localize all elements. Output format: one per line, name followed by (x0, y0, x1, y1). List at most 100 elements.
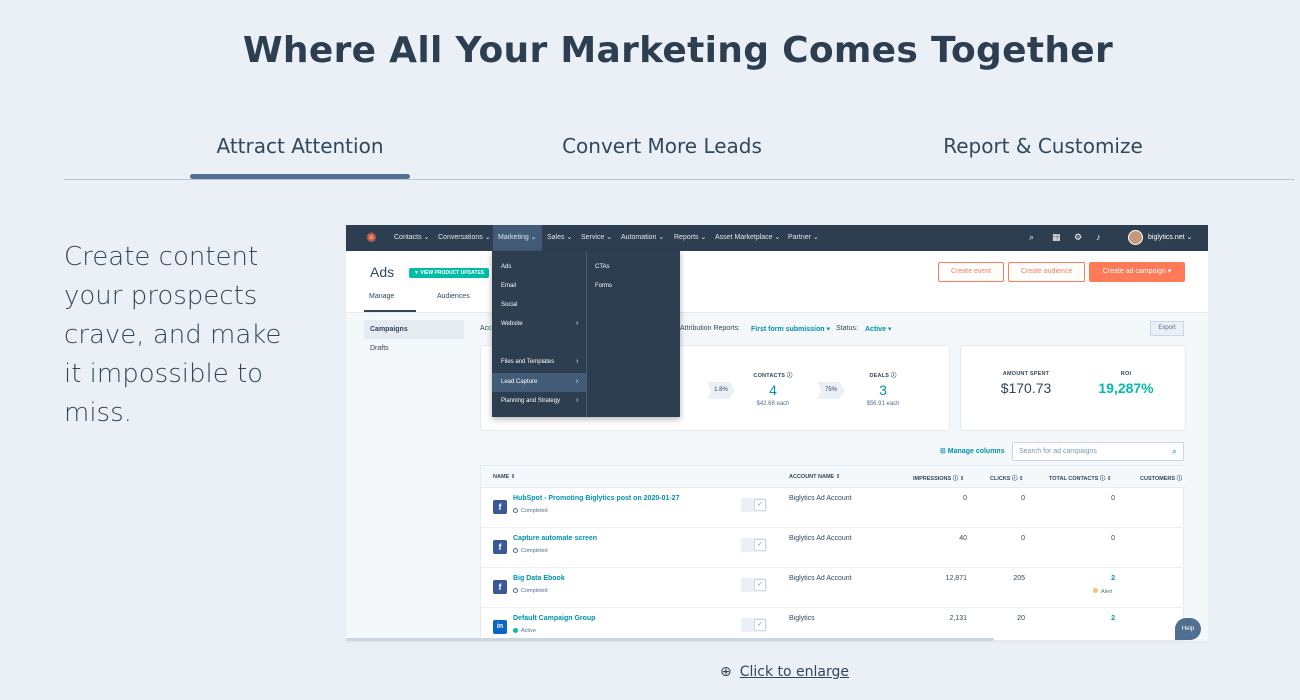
marketplace-icon[interactable]: ▦ (1052, 232, 1061, 243)
amount-spent-label: AMOUNT SPENT (1002, 371, 1050, 377)
feature-description: Create content your prospects crave, and… (64, 242, 282, 428)
facebook-icon: f (493, 580, 507, 594)
help-button[interactable]: Help (1175, 618, 1201, 640)
col-account-name[interactable]: ACCOUNT NAME ⇕ (789, 474, 840, 480)
account-filter-label: Acc (480, 325, 492, 332)
facebook-icon: f (493, 540, 507, 554)
nav-asset-marketplace[interactable]: Asset Marketplace ⌄ (715, 233, 780, 241)
search-placeholder: Search for ad campaigns (1019, 448, 1097, 455)
menu-item-lead-capture[interactable]: Lead Capture (501, 379, 537, 385)
nav-sales[interactable]: Sales ⌄ (547, 233, 572, 241)
campaign-toggle[interactable]: ✓ (741, 578, 767, 592)
col-clicks[interactable]: CLICKS ⓘ ⇕ (990, 474, 1024, 482)
horizontal-scrollbar[interactable] (346, 638, 994, 641)
clicks-value: 205 (1013, 575, 1025, 582)
bell-icon[interactable]: ♪ (1096, 232, 1101, 242)
view-product-updates-badge[interactable]: ▼ VIEW PRODUCT UPDATES (409, 268, 490, 278)
subtab-manage[interactable]: Manage (369, 293, 394, 300)
gear-icon[interactable]: ⚙ (1074, 232, 1082, 243)
nav-contacts[interactable]: Contacts ⌄ (394, 233, 429, 241)
col-name[interactable]: NAME ⇕ (493, 474, 515, 480)
search-icon[interactable]: ⌕ (1172, 446, 1177, 457)
menu-item-ads[interactable]: Ads (501, 264, 511, 270)
contacts-value[interactable]: 2 (1055, 575, 1115, 582)
deals-label: DEALS ⓘ (869, 373, 897, 379)
attribution-select[interactable]: First form submission ▾ (751, 325, 830, 333)
check-icon: ✓ (754, 539, 766, 551)
sidebar-item-campaigns[interactable]: Campaigns (364, 320, 464, 339)
campaign-name-link[interactable]: Default Campaign Group (513, 615, 595, 622)
menu-item-email[interactable]: Email (501, 283, 516, 289)
status-select[interactable]: Active ▾ (865, 325, 891, 333)
contacts-value: 0 (1111, 535, 1115, 542)
contacts-cost: $42.68 each (756, 401, 790, 407)
status-dot-icon (513, 508, 518, 513)
nav-service[interactable]: Service ⌄ (581, 233, 612, 241)
tab-report-customize[interactable]: Report & Customize (920, 134, 1166, 158)
avatar[interactable] (1128, 230, 1143, 245)
campaign-name-link[interactable]: Big Data Ebook (513, 575, 565, 582)
campaign-name-link[interactable]: Capture automate screen (513, 535, 597, 542)
deals-value[interactable]: 3 (853, 382, 913, 398)
status-dot-icon (513, 548, 518, 553)
impressions-value: 0 (963, 495, 967, 502)
roi-value: 19,287% (1098, 380, 1154, 396)
click-to-enlarge-link[interactable]: Click to enlarge (740, 664, 849, 680)
contacts-value[interactable]: 4 (743, 382, 803, 398)
page-headline: Where All Your Marketing Comes Together (242, 30, 1114, 71)
export-button[interactable]: Export (1150, 321, 1184, 336)
create-ad-campaign-button[interactable]: Create ad campaign ▾ (1089, 262, 1185, 282)
campaign-toggle[interactable]: ✓ (741, 498, 767, 512)
roi-stat: ROI 19,287% (1081, 371, 1171, 396)
nav-reports[interactable]: Reports ⌄ (674, 233, 706, 241)
menu-divider (586, 251, 587, 417)
search-input[interactable]: Search for ad campaigns ⌕ (1012, 442, 1184, 461)
impressions-value: 2,131 (949, 615, 967, 622)
campaign-name-link[interactable]: HubSpot - Promoting Biglytics post on 20… (513, 495, 679, 502)
menu-item-files-templates[interactable]: Files and Templates (501, 359, 554, 365)
hubspot-logo-icon[interactable]: ✺ (366, 231, 380, 245)
impressions-value: 40 (959, 535, 967, 542)
col-total-contacts[interactable]: TOTAL CONTACTS ⓘ ⇕ (1049, 474, 1112, 482)
amount-spent-stat: AMOUNT SPENT $170.73 (981, 371, 1071, 396)
campaign-toggle[interactable]: ✓ (741, 618, 767, 632)
nav-conversations[interactable]: Conversations ⌄ (438, 233, 491, 241)
feature-tabs: Attract Attention Convert More Leads Rep… (64, 130, 1294, 180)
menu-item-forms[interactable]: Forms (595, 283, 612, 289)
tab-attract-attention[interactable]: Attract Attention (190, 134, 410, 158)
click-to-enlarge[interactable]: ⊕ Click to enlarge (720, 664, 849, 680)
search-icon[interactable]: ⌕ (1029, 232, 1034, 243)
linkedin-icon: in (493, 620, 507, 634)
nav-partner[interactable]: Partner ⌄ (788, 233, 819, 241)
create-event-button[interactable]: Create event (938, 262, 1004, 282)
nav-automation[interactable]: Automation ⌄ (621, 233, 664, 241)
create-audience-button[interactable]: Create audience (1008, 262, 1085, 282)
clicks-value: 0 (1021, 535, 1025, 542)
tab-convert-more-leads[interactable]: Convert More Leads (538, 134, 786, 158)
check-icon: ✓ (754, 579, 766, 591)
subtab-audiences[interactable]: Audiences (437, 293, 470, 300)
table-row[interactable]: f HubSpot - Promoting Biglytics post on … (481, 488, 1185, 528)
account-menu[interactable]: biglytics.net ⌄ (1148, 233, 1192, 241)
chevron-right-icon: › (576, 358, 579, 365)
manage-columns-link[interactable]: ⊞ Manage columns (940, 447, 1005, 455)
status-dot-icon (513, 628, 518, 633)
sidebar-item-drafts[interactable]: Drafts (364, 339, 464, 358)
check-icon: ✓ (754, 499, 766, 511)
contacts-value[interactable]: 2 (1055, 615, 1115, 622)
campaign-status: Completed (513, 588, 548, 594)
menu-item-website[interactable]: Website (501, 321, 523, 327)
col-impressions[interactable]: IMPRESSIONS ⓘ ⇕ (913, 474, 964, 482)
table-row[interactable]: in Default Campaign Group Active ✓ Bigly… (481, 608, 1185, 641)
table-row[interactable]: f Big Data Ebook Completed ✓ Biglytics A… (481, 568, 1185, 608)
campaign-toggle[interactable]: ✓ (741, 538, 767, 552)
table-row[interactable]: f Capture automate screen Completed ✓ Bi… (481, 528, 1185, 568)
check-icon: ✓ (754, 619, 766, 631)
spend-roi-card: AMOUNT SPENT $170.73 ROI 19,287% (960, 345, 1186, 431)
menu-item-ctas[interactable]: CTAs (595, 264, 610, 270)
menu-item-planning-strategy[interactable]: Planning and Strategy (501, 398, 560, 404)
menu-item-social[interactable]: Social (501, 302, 517, 308)
col-customers[interactable]: CUSTOMERS ⓘ (1140, 474, 1182, 482)
nav-marketing[interactable]: Marketing ⌄ (493, 225, 542, 251)
product-screenshot[interactable]: ✺ Contacts ⌄ Conversations ⌄ Marketing ⌄… (346, 225, 1208, 641)
